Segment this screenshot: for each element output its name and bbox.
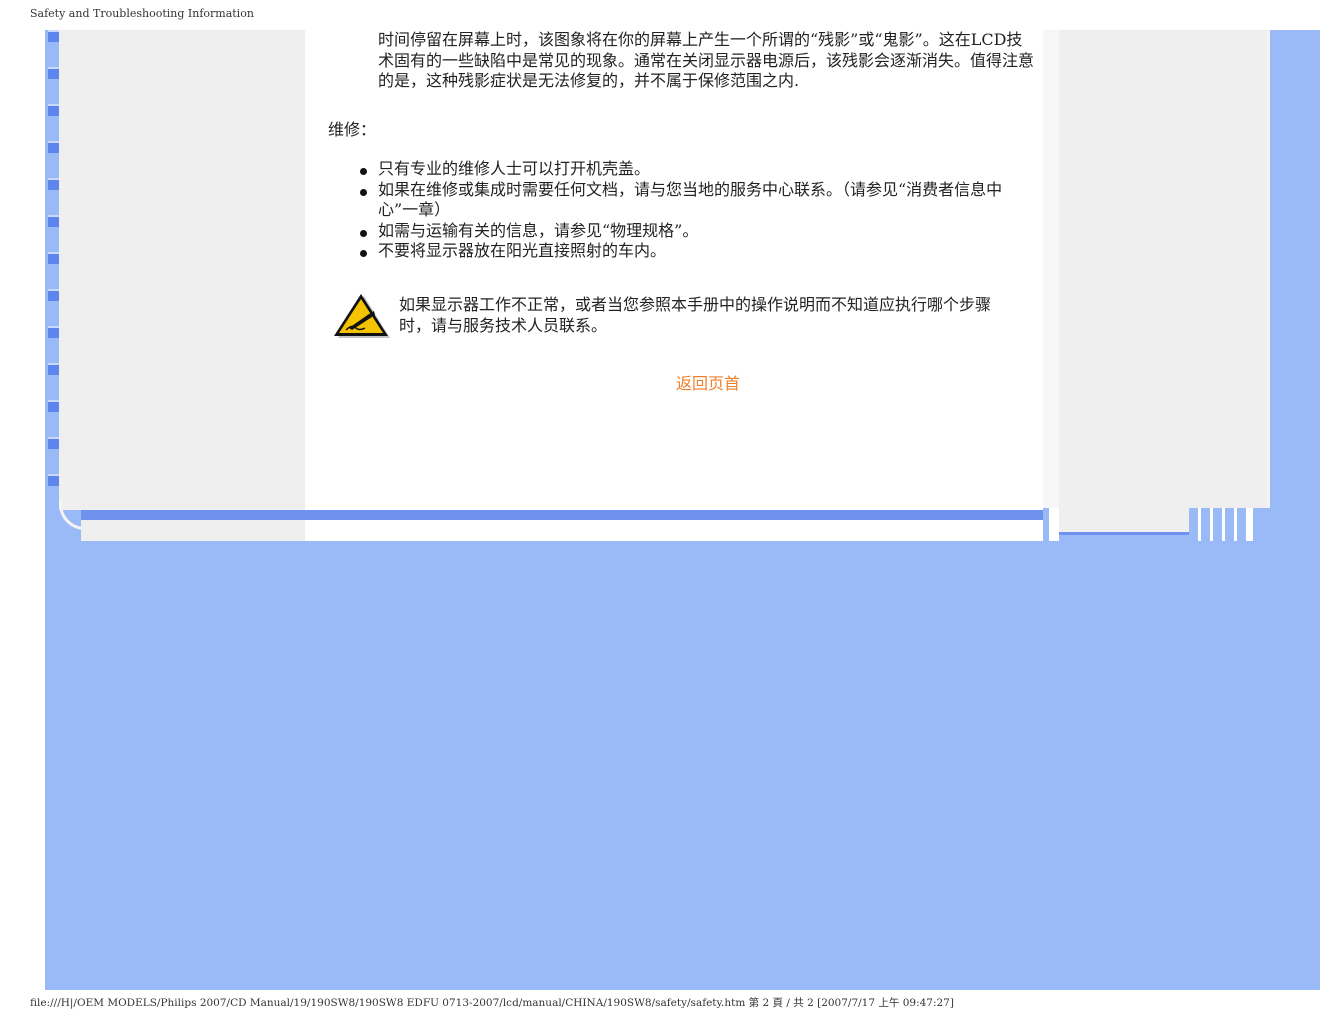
list-item: 如需与运输有关的信息，请参见“物理规格”。 xyxy=(360,221,1040,242)
left-panel-foot xyxy=(81,520,305,541)
bullet-icon xyxy=(360,188,367,196)
left-navigation-panel xyxy=(59,30,305,510)
side-tab xyxy=(48,474,59,486)
side-tab xyxy=(48,252,59,264)
right-panel-foot xyxy=(1059,508,1189,535)
panel-bottom-bar xyxy=(81,510,1043,520)
bullet-icon xyxy=(360,229,367,237)
bullet-icon xyxy=(360,168,367,175)
page-header-title: Safety and Troubleshooting Information xyxy=(30,7,254,20)
repair-heading: 维修： xyxy=(328,120,377,139)
divider-bars xyxy=(1043,508,1059,541)
list-item: 如果在维修或集成时需要任何文档，请与您当地的服务中心联系。（请参见“消费者信息中… xyxy=(360,180,1040,221)
bullet-icon xyxy=(360,250,367,257)
right-panel xyxy=(1059,30,1270,508)
warning-text: 如果显示器工作不正常，或者当您参照本手册中的操作说明而不知道应执行哪个步骤时，请… xyxy=(399,295,992,335)
side-tab xyxy=(48,289,59,301)
side-tab xyxy=(48,178,59,190)
warning-triangle-icon xyxy=(334,294,390,338)
side-tab xyxy=(48,104,59,116)
list-item: 只有专业的维修人士可以打开机壳盖。 xyxy=(360,159,1040,180)
main-panel-foot xyxy=(305,520,1043,541)
main-content-panel xyxy=(305,30,1043,510)
side-tab xyxy=(48,400,59,412)
side-tab xyxy=(48,363,59,375)
list-item: 不要将显示器放在阳光直接照射的车内。 xyxy=(360,241,1040,262)
side-tab xyxy=(48,30,59,42)
side-tab xyxy=(48,215,59,227)
side-tab xyxy=(48,437,59,449)
content-panel-edge xyxy=(1043,30,1059,510)
right-stripes xyxy=(1189,508,1253,541)
back-to-top-link[interactable]: 返回页首 xyxy=(676,370,740,394)
side-tab xyxy=(48,67,59,79)
side-tab xyxy=(48,326,59,338)
page-footer-path: file:///H|/OEM MODELS/Philips 2007/CD Ma… xyxy=(30,997,954,1009)
burn-in-paragraph: 时间停留在屏幕上时，该图象将在你的屏幕上产生一个所谓的“残影”或“鬼影”。这在L… xyxy=(378,30,1035,90)
side-tab xyxy=(48,141,59,153)
repair-list: 只有专业的维修人士可以打开机壳盖。 如果在维修或集成时需要任何文档，请与您当地的… xyxy=(360,159,1040,262)
